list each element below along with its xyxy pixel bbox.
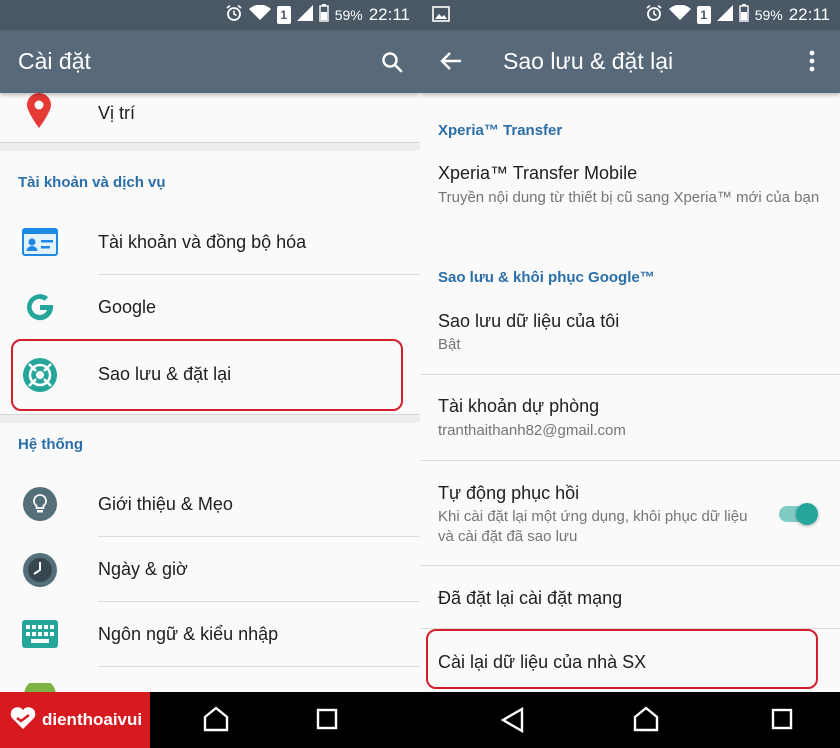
clock: 22:11: [788, 5, 830, 24]
settings-item-location[interactable]: Vị trí: [0, 93, 420, 141]
settings-item-accounts-sync[interactable]: Tài khoản và đồng bộ hóa: [0, 210, 420, 274]
status-bar: 1 59% 22:11: [420, 0, 840, 30]
recents-icon[interactable]: [771, 708, 793, 735]
partial-green-icon: [24, 679, 56, 692]
settings-item-language-input[interactable]: Ngôn ngữ & kiểu nhập: [0, 602, 420, 666]
settings-item-label: Sao lưu dữ liệu của tôi: [438, 311, 620, 331]
app-bar: Sao lưu & đặt lại: [420, 30, 840, 93]
backup-reset-screen: 1 59% 22:11 Sao lưu & đặt lại Xperia™ Tr…: [420, 0, 840, 692]
highlight-annotation: [11, 339, 403, 411]
settings-item-label: Ngày & giờ: [98, 559, 188, 579]
image-notification-icon: [432, 6, 450, 27]
settings-item-label: Google: [98, 297, 157, 317]
section-separator: [0, 414, 420, 423]
section-header-system: Hệ thống: [18, 436, 83, 453]
section-separator: [0, 142, 420, 151]
home-icon[interactable]: [203, 706, 229, 737]
brand-name: dienthoaivui: [42, 710, 143, 729]
toggle-thumb: [796, 503, 818, 525]
settings-item-summary: Khi cài đặt lại một ứng dụng, khôi phục …: [438, 508, 748, 545]
battery-percent: 59%: [754, 7, 783, 23]
location-pin-icon: [26, 93, 52, 134]
auto-restore-toggle[interactable]: [776, 501, 820, 527]
settings-item-network-reset[interactable]: Đã đặt lại cài đặt mạng: [420, 566, 840, 628]
highlight-annotation: [426, 629, 818, 689]
clock: 22:11: [368, 5, 410, 24]
settings-item-label: Tự động phục hồi: [438, 483, 580, 503]
clock-icon: [22, 552, 58, 593]
alarm-icon: [645, 4, 663, 26]
sim-icon: 1: [276, 6, 291, 24]
signal-icon: [716, 5, 733, 25]
google-icon: [24, 291, 56, 328]
settings-item-tips[interactable]: Giới thiệu & Mẹo: [0, 472, 420, 536]
alarm-icon: [225, 4, 243, 26]
settings-screen: 1 59% 22:11 Cài đặt Vị trí Tài khoản và …: [0, 0, 420, 692]
section-header-accounts: Tài khoản và dịch vụ: [18, 174, 166, 191]
settings-item-label: Xperia™ Transfer Mobile: [438, 163, 638, 183]
section-header-xperia: Xperia™ Transfer: [438, 122, 563, 139]
back-arrow-icon[interactable]: [440, 50, 462, 77]
sim-icon: 1: [696, 6, 711, 24]
home-icon[interactable]: [633, 706, 659, 737]
settings-item-date-time[interactable]: Ngày & giờ: [0, 537, 420, 601]
keyboard-icon: [22, 620, 58, 653]
search-icon[interactable]: [380, 50, 404, 79]
settings-item-label: Tài khoản và đồng bộ hóa: [98, 232, 307, 252]
battery-icon: [318, 4, 329, 26]
back-icon[interactable]: [500, 706, 524, 738]
settings-item-backup-account[interactable]: Tài khoản dự phòng tranthaithanh82@gmail…: [420, 375, 840, 459]
recents-icon[interactable]: [316, 708, 338, 735]
battery-percent: 59%: [334, 7, 363, 23]
settings-item-google[interactable]: Google: [0, 275, 420, 339]
wifi-icon: [248, 4, 271, 25]
settings-item-backup-data[interactable]: Sao lưu dữ liệu của tôi Bật: [420, 300, 840, 374]
settings-item-label: Đã đặt lại cài đặt mạng: [438, 588, 623, 608]
app-bar: Cài đặt: [0, 30, 420, 93]
settings-item-xperia-transfer-mobile[interactable]: Xperia™ Transfer Mobile Truyền nội dung …: [420, 152, 840, 238]
brand-watermark: dienthoaivui: [0, 692, 150, 748]
section-header-google: Sao lưu & khôi phục Google™: [438, 269, 655, 286]
page-title: Sao lưu & đặt lại: [503, 48, 674, 74]
settings-item-summary: Truyền nội dung từ thiết bị cũ sang Xper…: [438, 189, 820, 206]
lightbulb-icon: [22, 486, 58, 527]
divider: [98, 666, 420, 667]
overflow-menu-icon[interactable]: [808, 50, 816, 77]
settings-item-auto-restore[interactable]: Tự động phục hồi Khi cài đặt lại một ứng…: [420, 461, 840, 565]
brand-logo-icon: [10, 706, 36, 735]
battery-icon: [738, 4, 749, 26]
settings-item-label: Vị trí: [98, 103, 136, 123]
settings-item-summary: tranthaithanh82@gmail.com: [438, 422, 626, 439]
settings-item-summary: Bật: [438, 336, 461, 353]
settings-item-label: Tài khoản dự phòng: [438, 396, 600, 416]
settings-item-label: Ngôn ngữ & kiểu nhập: [98, 624, 279, 644]
id-card-icon: [22, 228, 58, 261]
wifi-icon: [668, 4, 691, 25]
page-title: Cài đặt: [18, 48, 91, 74]
status-bar: 1 59% 22:11: [0, 0, 420, 30]
signal-icon: [296, 5, 313, 25]
settings-item-label: Giới thiệu & Mẹo: [98, 494, 233, 514]
